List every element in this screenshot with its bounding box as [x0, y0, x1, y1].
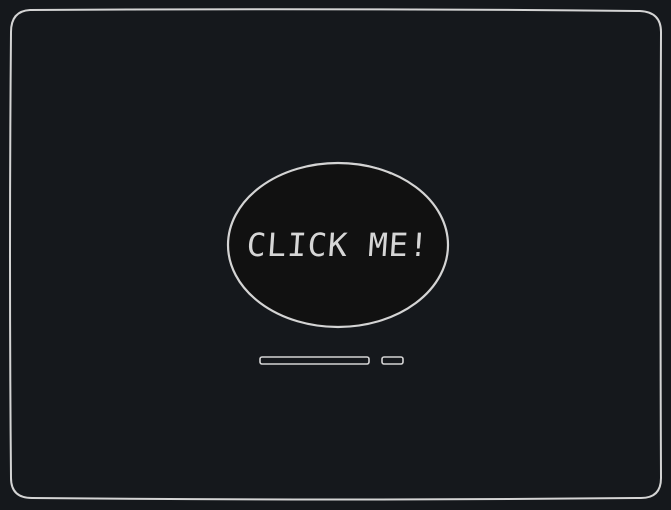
- progress-bar: [259, 356, 371, 366]
- click-me-button[interactable]: CLICK ME!: [226, 160, 450, 330]
- click-me-label: CLICK ME!: [245, 226, 431, 264]
- progress-bar-fill: [262, 359, 367, 362]
- progress-indicator: [381, 356, 405, 366]
